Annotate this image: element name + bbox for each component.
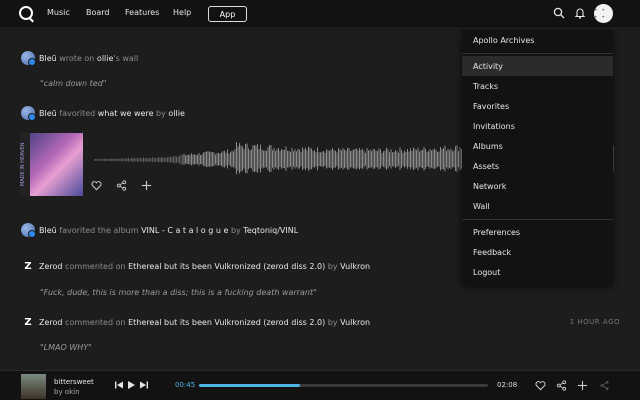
feed-verb: commented on bbox=[65, 261, 126, 271]
player-progress-bar[interactable] bbox=[199, 384, 488, 387]
player-cover-art[interactable] bbox=[21, 374, 46, 399]
next-track-icon[interactable] bbox=[139, 380, 149, 390]
menu-item-logout[interactable]: Logout bbox=[462, 262, 613, 282]
menu-item-preferences[interactable]: Preferences bbox=[462, 222, 613, 242]
menu-item-invitations[interactable]: Invitations bbox=[462, 116, 613, 136]
feed-target-link[interactable]: VINL - C a t a l o g u e bbox=[141, 226, 228, 235]
feed-by: by bbox=[327, 317, 338, 327]
user-avatar-icon[interactable] bbox=[21, 51, 36, 66]
menu-divider bbox=[462, 219, 613, 220]
feed-by: by bbox=[230, 225, 241, 235]
share-icon[interactable] bbox=[556, 380, 567, 391]
feed-verb: favorited the album bbox=[59, 225, 139, 235]
add-icon[interactable] bbox=[577, 380, 588, 391]
play-icon[interactable] bbox=[126, 380, 136, 390]
user-avatar-icon[interactable] bbox=[21, 106, 36, 121]
track-cover-art[interactable]: MADE IN HEAVEN bbox=[20, 133, 83, 196]
feed-entry-comment: Z Zerod commented on Ethereal but its be… bbox=[21, 259, 370, 273]
user-dropdown-menu: Apollo Archives Activity Tracks Favorite… bbox=[462, 30, 613, 285]
feed-entry-favorite-album: Bleū favorited the album VINL - C a t a … bbox=[21, 223, 298, 238]
menu-item-wall[interactable]: Wall bbox=[462, 196, 613, 216]
zerod-avatar-icon[interactable]: Z bbox=[21, 315, 35, 329]
network-share-icon[interactable] bbox=[599, 380, 610, 391]
feed-by: by bbox=[156, 108, 166, 118]
search-icon[interactable] bbox=[553, 7, 565, 19]
feed-quote: "Fuck, dude, this is more than a diss; t… bbox=[40, 288, 317, 297]
feed-target-link[interactable]: what we were bbox=[98, 109, 154, 118]
logo-icon[interactable] bbox=[19, 6, 33, 20]
cover-side-text: MADE IN HEAVEN bbox=[20, 133, 30, 196]
feed-verb: wrote on bbox=[59, 53, 95, 63]
feed-target-link[interactable]: Ethereal but its been Vulkronized (zerod… bbox=[128, 262, 325, 271]
player-duration: 02:08 bbox=[497, 381, 518, 389]
menu-item-feedback[interactable]: Feedback bbox=[462, 242, 613, 262]
feed-artist-link[interactable]: Vulkron bbox=[340, 262, 370, 271]
zerod-avatar-icon[interactable]: Z bbox=[21, 259, 35, 273]
player-progress-fill bbox=[199, 384, 301, 387]
user-avatar-button[interactable]: • • • • bbox=[594, 4, 613, 23]
feed-quote: "calm down ted" bbox=[40, 79, 107, 88]
menu-item-network[interactable]: Network bbox=[462, 176, 613, 196]
feed-user-link[interactable]: Zerod bbox=[39, 262, 63, 271]
feed-target-link[interactable]: ollie bbox=[97, 54, 113, 63]
nav-board-link[interactable]: Board bbox=[86, 8, 110, 17]
feed-artist-link[interactable]: Teqtoniq/VINL bbox=[243, 226, 298, 235]
menu-item-tracks[interactable]: Tracks bbox=[462, 76, 613, 96]
nav-features-link[interactable]: Features bbox=[125, 8, 159, 17]
menu-item-favorites[interactable]: Favorites bbox=[462, 96, 613, 116]
feed-suffix: 's wall bbox=[113, 53, 139, 63]
feed-verb: favorited bbox=[59, 108, 96, 118]
menu-item-activity[interactable]: Activity bbox=[462, 56, 613, 76]
feed-quote: "LMAO WHY" bbox=[40, 343, 92, 352]
menu-item-apollo-archives[interactable]: Apollo Archives bbox=[462, 30, 613, 50]
app-button[interactable]: App bbox=[208, 6, 247, 22]
bell-icon[interactable] bbox=[574, 7, 586, 19]
user-avatar-icon[interactable] bbox=[21, 223, 36, 238]
feed-entry-wall-post: Bleū wrote on ollie 's wall bbox=[21, 51, 139, 66]
feed-timestamp: 1 HOUR AGO bbox=[569, 318, 620, 326]
share-icon[interactable] bbox=[116, 180, 127, 191]
heart-icon[interactable] bbox=[535, 380, 546, 391]
feed-artist-link[interactable]: Vulkron bbox=[340, 318, 370, 327]
feed-verb: commented on bbox=[65, 317, 126, 327]
feed-user-link[interactable]: Bleū bbox=[39, 54, 57, 63]
feed-user-link[interactable]: Bleū bbox=[39, 226, 57, 235]
feed-artist-link[interactable]: ollie bbox=[168, 109, 184, 118]
player-current-time: 00:45 bbox=[175, 381, 196, 389]
nav-music-link[interactable]: Music bbox=[47, 8, 70, 17]
previous-track-icon[interactable] bbox=[114, 380, 124, 390]
feed-entry-favorite-track: Bleū favorited what we were by ollie bbox=[21, 106, 185, 121]
menu-divider bbox=[462, 53, 613, 54]
menu-item-albums[interactable]: Albums bbox=[462, 136, 613, 156]
feed-entry-comment: Z Zerod commented on Ethereal but its be… bbox=[21, 315, 370, 329]
feed-user-link[interactable]: Bleū bbox=[39, 109, 57, 118]
nav-help-link[interactable]: Help bbox=[173, 8, 191, 17]
top-nav: Music Board Features Help App • • • • bbox=[0, 0, 640, 27]
player-track-artist[interactable]: by okin bbox=[54, 388, 80, 396]
add-icon[interactable] bbox=[141, 180, 152, 191]
audio-player-bar: bittersweet by okin 00:45 02:08 bbox=[0, 370, 640, 400]
player-track-title[interactable]: bittersweet bbox=[54, 378, 94, 386]
avatar-text: • • • • bbox=[594, 6, 606, 21]
feed-user-link[interactable]: Zerod bbox=[39, 318, 63, 327]
feed-target-link[interactable]: Ethereal but its been Vulkronized (zerod… bbox=[128, 318, 325, 327]
menu-item-assets[interactable]: Assets bbox=[462, 156, 613, 176]
feed-by: by bbox=[327, 261, 338, 271]
heart-icon[interactable] bbox=[91, 180, 102, 191]
